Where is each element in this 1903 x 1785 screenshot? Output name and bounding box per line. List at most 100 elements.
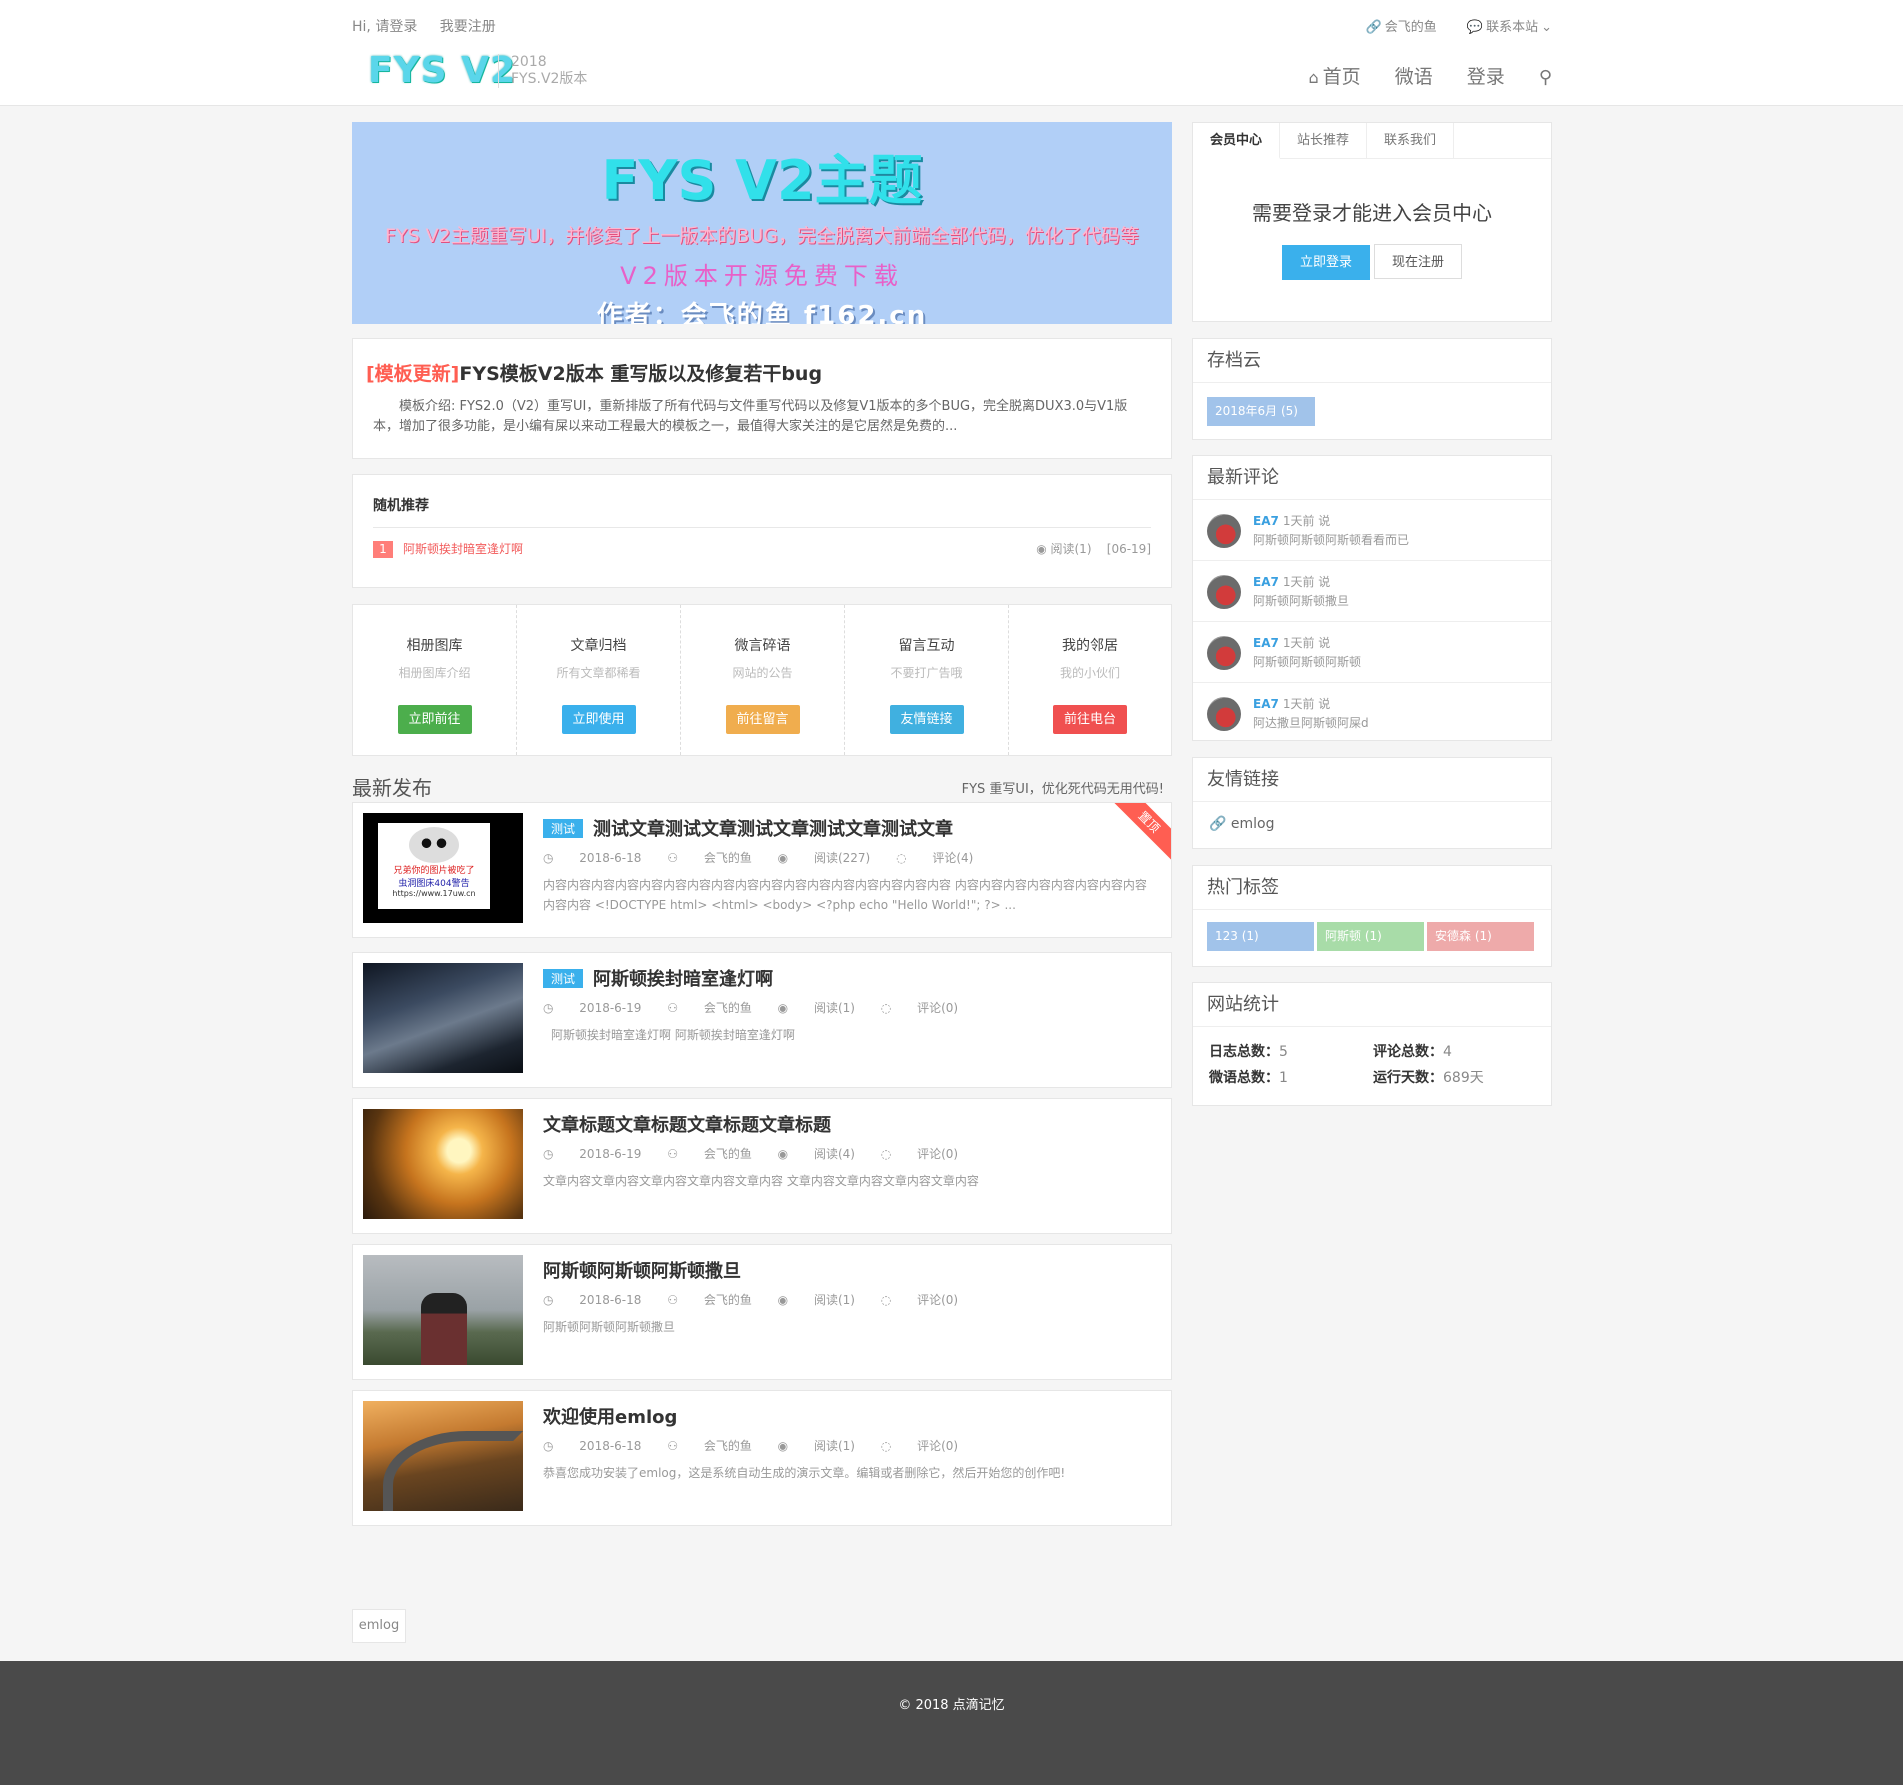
clock-icon: ◷ [543, 1293, 558, 1307]
comment-item[interactable]: EA7 1天前 说 阿达撒旦阿斯顿阿屎d [1193, 683, 1551, 744]
sticky-post-title[interactable]: [模板更新]FYS模板V2版本 重写版以及修复若干bug [366, 359, 822, 386]
post-category[interactable]: 测试 [543, 969, 584, 988]
tab-member-center[interactable]: 会员中心 [1193, 123, 1281, 159]
tab-recommend[interactable]: 站长推荐 [1280, 123, 1368, 159]
random-item-title[interactable]: 阿斯顿挨封暗室逢灯啊 [403, 542, 523, 556]
nav-home[interactable]: ⌂ 首页 [1308, 66, 1360, 88]
post-thumbnail[interactable] [363, 963, 523, 1073]
comment-item[interactable]: EA7 1天前 说 阿斯顿阿斯顿撒旦 [1193, 561, 1551, 622]
quick-link-button[interactable]: 前往留言 [725, 705, 800, 734]
post-title[interactable]: 测试 阿斯顿挨封暗室逢灯啊 [543, 965, 773, 991]
post-date: ◷ 2018-6-19 [543, 1001, 642, 1015]
stats-widget: 网站统计 日志总数：5 评论总数：4 微语总数：1 运行天数：689天 [1192, 982, 1552, 1106]
comment-user[interactable]: EA7 [1253, 575, 1279, 589]
stat-comments: 评论总数：4 [1373, 1044, 1452, 1060]
post-author[interactable]: ⚇ 会飞的鱼 [667, 1147, 752, 1161]
contact-link[interactable]: 💬 联系本站 ⌄ [1467, 20, 1552, 35]
quick-link-button[interactable]: 前往电台 [1053, 705, 1127, 734]
quick-link-gallery: 相册图库 相册图库介绍 立即前往 [353, 605, 517, 755]
comment-text: 阿斯顿阿斯顿阿斯顿看看而已 [1253, 533, 1410, 547]
stat-weiyu: 微语总数：1 [1209, 1070, 1288, 1086]
links-heading: 友情链接 [1193, 758, 1551, 802]
tag-item[interactable]: 阿斯顿 (1) [1317, 922, 1424, 951]
clock-icon: ◷ [543, 1439, 558, 1453]
comment-item[interactable]: EA7 1天前 说 阿斯顿阿斯顿阿斯顿 [1193, 622, 1551, 683]
member-tabs: 会员中心 站长推荐 联系我们 [1193, 123, 1551, 159]
quick-link-button[interactable]: 友情链接 [889, 705, 964, 734]
clock-icon: ◷ [543, 851, 558, 865]
comment-text: 阿斯顿阿斯顿阿斯顿 [1253, 655, 1362, 669]
random-recommend: 随机推荐 1 阿斯顿挨封暗室逢灯啊 ◉ 阅读(1) [06-19] [352, 474, 1172, 588]
tab-contact[interactable]: 联系我们 [1367, 123, 1455, 159]
tag-item[interactable]: 123 (1) [1207, 922, 1314, 951]
post-comments[interactable]: ◌ 评论(0) [881, 1147, 958, 1161]
post-title[interactable]: 欢迎使用emlog [543, 1403, 677, 1429]
login-button[interactable]: 立即登录 [1282, 245, 1370, 280]
quick-link-title: 微言碎语 [734, 638, 791, 654]
post-item: 文章标题文章标题文章标题文章标题 ◷ 2018-6-19 ⚇ 会飞的鱼 ◉ 阅读… [352, 1098, 1172, 1234]
author-link[interactable]: 🔗 会飞的鱼 [1366, 20, 1437, 35]
post-author[interactable]: ⚇ 会飞的鱼 [667, 1293, 752, 1307]
chat-icon: 💬 [1466, 20, 1484, 35]
post-title[interactable]: 阿斯顿阿斯顿阿斯顿撒旦 [543, 1257, 741, 1283]
comment-header: EA7 1天前 说 [1253, 697, 1331, 711]
register-link[interactable]: 我要注册 [440, 19, 496, 35]
tag-item[interactable]: 安德森 (1) [1427, 922, 1534, 951]
post-item: 阿斯顿阿斯顿阿斯顿撒旦 ◷ 2018-6-18 ⚇ 会飞的鱼 ◉ 阅读(1) ◌… [352, 1244, 1172, 1380]
user-icon: ⚇ [667, 1439, 682, 1453]
post-category[interactable]: 测试 [543, 819, 584, 838]
banner-download: V2版本开源免费下载 [620, 262, 904, 290]
register-button[interactable]: 现在注册 [1374, 244, 1462, 279]
post-thumbnail[interactable] [363, 1255, 523, 1365]
quick-link-desc: 网站的公告 [732, 666, 793, 680]
post-title[interactable]: 测试 测试文章测试文章测试文章测试文章测试文章 [543, 815, 953, 841]
comment-header: EA7 1天前 说 [1253, 636, 1331, 650]
comment-icon: ◌ [896, 851, 911, 865]
avatar [1207, 514, 1241, 548]
nav-login[interactable]: 登录 [1467, 66, 1505, 88]
thumbnail-text: 虫洞图床404警告 [398, 879, 470, 889]
quick-link-title: 相册图库 [406, 638, 463, 654]
comment-list: EA7 1天前 说 阿斯顿阿斯顿阿斯顿看看而已 EA7 1天前 说 阿斯顿阿斯顿撒旦… [1193, 500, 1551, 744]
home-icon: ⌂ [1308, 68, 1319, 87]
nav-weiyu[interactable]: 微语 [1395, 66, 1433, 88]
comment-user[interactable]: EA7 [1253, 514, 1279, 528]
eye-icon: ◉ [777, 1001, 792, 1015]
banner-subtitle: FYS V2主题重写UI，并修复了上一版本的BUG，完全脱离大前端全部代码，优化… [385, 225, 1139, 247]
latest-heading: 最新发布 FYS 重写UI，优化死代码无用代码! [352, 776, 1164, 800]
quick-link-button[interactable]: 立即使用 [561, 705, 636, 734]
post-thumbnail[interactable]: 兄弟你的图片被吃了 虫洞图床404警告 https://www.17uw.cn [363, 813, 523, 923]
post-author[interactable]: ⚇ 会飞的鱼 [667, 851, 752, 865]
pagination-item[interactable]: emlog [352, 1609, 406, 1643]
sticky-post: [模板更新]FYS模板V2版本 重写版以及修复若干bug 模板介绍: FYS2.… [352, 338, 1172, 459]
quick-link-button[interactable]: 立即前往 [397, 705, 472, 734]
post-comments[interactable]: ◌ 评论(0) [881, 1439, 958, 1453]
post-title[interactable]: 文章标题文章标题文章标题文章标题 [543, 1111, 831, 1137]
post-comments[interactable]: ◌ 评论(4) [896, 851, 973, 865]
comment-user[interactable]: EA7 [1253, 697, 1279, 711]
site-logo[interactable]: FYS V2 [368, 50, 516, 91]
post-comments[interactable]: ◌ 评论(0) [881, 1001, 958, 1015]
post-author[interactable]: ⚇ 会飞的鱼 [667, 1439, 752, 1453]
links-widget: 友情链接 🔗 emlog [1192, 757, 1552, 849]
post-thumbnail[interactable] [363, 1401, 523, 1511]
post-comments[interactable]: ◌ 评论(0) [881, 1293, 958, 1307]
top-user-links: Hi, 请登录 我要注册 [352, 16, 514, 36]
banner[interactable]: FYS V2主题 FYS V2主题重写UI，并修复了上一版本的BUG，完全脱离大… [352, 122, 1172, 324]
post-author[interactable]: ⚇ 会飞的鱼 [667, 1001, 752, 1015]
comment-user[interactable]: EA7 [1253, 636, 1279, 650]
avatar [1207, 697, 1241, 731]
post-thumbnail[interactable] [363, 1109, 523, 1219]
friend-link[interactable]: 🔗 emlog [1193, 802, 1551, 846]
post-excerpt: 阿斯顿挨封暗室逢灯啊 阿斯顿挨封暗室逢灯啊 [551, 1028, 795, 1042]
login-link[interactable]: Hi, 请登录 [352, 19, 417, 35]
search-icon[interactable]: ⚲ [1539, 67, 1552, 88]
clock-icon: ◷ [543, 1147, 558, 1161]
comment-item[interactable]: EA7 1天前 说 阿斯顿阿斯顿阿斯顿看看而已 [1193, 500, 1551, 561]
avatar [1207, 575, 1241, 609]
random-item[interactable]: 1 阿斯顿挨封暗室逢灯啊 ◉ 阅读(1) [06-19] [373, 540, 1151, 558]
pinned-ribbon: 置顶 [1107, 803, 1171, 864]
post-reads: ◉ 阅读(1) [777, 1001, 855, 1015]
logo-year: 2018 [511, 54, 547, 70]
archive-item[interactable]: 2018年6月 (5) [1207, 397, 1315, 426]
